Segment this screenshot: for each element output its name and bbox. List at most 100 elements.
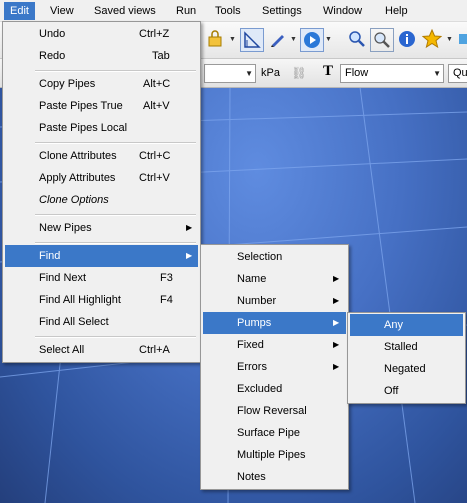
menu-item-label: Select All: [39, 344, 85, 356]
chevron-right-icon: ▶: [333, 318, 340, 327]
menu-item-shortcut: Tab: [152, 50, 170, 62]
menu-window[interactable]: Window: [317, 2, 368, 20]
menu-item-number[interactable]: Number ▶: [203, 290, 346, 312]
chevron-right-icon: ▶: [333, 340, 340, 349]
menu-item-shortcut: F3: [160, 272, 173, 284]
menu-item-flow-reversal[interactable]: Flow Reversal: [203, 400, 346, 422]
menu-item-any[interactable]: Any: [350, 314, 463, 336]
menu-item-stalled[interactable]: Stalled: [350, 336, 463, 358]
pumps-submenu: Any Stalled Negated Off: [347, 312, 466, 404]
menu-item-clone-options[interactable]: Clone Options: [5, 189, 198, 211]
chevron-right-icon: ▶: [333, 362, 340, 371]
menu-item-excluded[interactable]: Excluded: [203, 378, 346, 400]
menu-item-find-all-highlight[interactable]: Find All Highlight F4: [5, 289, 198, 311]
menu-item-label: Name: [237, 273, 267, 285]
menu-item-copy-pipes[interactable]: Copy Pipes Alt+C: [5, 73, 198, 95]
menu-item-select-all[interactable]: Select All Ctrl+A: [5, 339, 198, 361]
play-run-icon[interactable]: [300, 28, 324, 52]
quality-combo[interactable]: Qua: [448, 64, 467, 83]
menu-item-redo[interactable]: Redo Tab: [5, 45, 198, 67]
menu-item-shortcut: Alt+V: [143, 100, 170, 112]
favorites-dropdown-icon[interactable]: ▼: [446, 36, 453, 43]
menu-item-clone-attributes[interactable]: Clone Attributes Ctrl+C: [5, 145, 198, 167]
menu-item-new-pipes[interactable]: New Pipes ▶: [5, 217, 198, 239]
menu-item-shortcut: Ctrl+Z: [139, 28, 170, 40]
menu-separator: [35, 336, 196, 338]
menu-item-off[interactable]: Off: [350, 380, 463, 402]
menu-edit[interactable]: Edit: [4, 2, 35, 20]
menu-item-label: Clone Options: [39, 194, 109, 206]
menu-run[interactable]: Run: [170, 2, 202, 20]
pressure-combo[interactable]: ▼: [204, 64, 256, 83]
menu-item-pumps[interactable]: Pumps ▶: [203, 312, 346, 334]
chevron-down-icon: ▼: [245, 69, 253, 78]
menu-item-errors[interactable]: Errors ▶: [203, 356, 346, 378]
pen-draw-icon[interactable]: [267, 28, 289, 50]
menu-separator: [35, 242, 196, 244]
menu-item-shortcut: Ctrl+A: [139, 344, 170, 356]
menu-item-label: New Pipes: [39, 222, 92, 234]
menu-item-paste-pipes-true[interactable]: Paste Pipes True Alt+V: [5, 95, 198, 117]
menu-item-multiple-pipes[interactable]: Multiple Pipes: [203, 444, 346, 466]
favorite-star-icon[interactable]: [421, 28, 443, 50]
chevron-right-icon: ▶: [333, 274, 340, 283]
menu-item-shortcut: F4: [160, 294, 173, 306]
pen-dropdown-icon[interactable]: ▼: [290, 36, 297, 43]
menu-item-label: Flow Reversal: [237, 405, 307, 417]
menu-item-label: Surface Pipe: [237, 427, 300, 439]
find-wrench-icon[interactable]: [370, 28, 394, 52]
chevron-right-icon: ▶: [186, 251, 193, 260]
menu-item-surface-pipe[interactable]: Surface Pipe: [203, 422, 346, 444]
menu-separator: [35, 142, 196, 144]
menu-item-paste-pipes-local[interactable]: Paste Pipes Local: [5, 117, 198, 139]
menu-saved-views[interactable]: Saved views: [88, 2, 162, 20]
menu-item-find[interactable]: Find ▶: [5, 245, 198, 267]
menu-help[interactable]: Help: [379, 2, 414, 20]
menu-item-label: Stalled: [384, 341, 418, 353]
menu-item-label: Paste Pipes Local: [39, 122, 128, 134]
menu-separator: [35, 70, 196, 72]
chevron-down-icon: ▼: [433, 69, 441, 78]
menu-view[interactable]: View: [44, 2, 80, 20]
overflow-tool-icon[interactable]: [454, 28, 467, 50]
flow-combo[interactable]: Flow ▼: [340, 64, 444, 83]
lock-dropdown-icon[interactable]: ▼: [229, 36, 236, 43]
menu-item-shortcut: Alt+C: [143, 78, 171, 90]
menu-item-label: Multiple Pipes: [237, 449, 306, 461]
quality-combo-value: Qua: [453, 67, 467, 79]
menu-bar: Edit View Saved views Run Tools Settings…: [0, 0, 467, 22]
menu-separator: [35, 214, 196, 216]
menu-item-label: Find All Select: [39, 316, 109, 328]
unit-label: kPa: [261, 67, 280, 79]
chevron-right-icon: ▶: [333, 296, 340, 305]
run-dropdown-icon[interactable]: ▼: [325, 36, 332, 43]
menu-item-label: Negated: [384, 363, 426, 375]
menu-item-apply-attributes[interactable]: Apply Attributes Ctrl+V: [5, 167, 198, 189]
menu-item-label: Selection: [237, 251, 283, 263]
menu-item-find-all-select[interactable]: Find All Select: [5, 311, 198, 333]
menu-item-fixed[interactable]: Fixed ▶: [203, 334, 346, 356]
menu-settings[interactable]: Settings: [256, 2, 308, 20]
menu-item-label: Fixed: [237, 339, 264, 351]
menu-item-shortcut: Ctrl+V: [139, 172, 170, 184]
menu-item-negated[interactable]: Negated: [350, 358, 463, 380]
menu-tools[interactable]: Tools: [209, 2, 247, 20]
measure-angle-icon[interactable]: [240, 28, 264, 52]
menu-item-name[interactable]: Name ▶: [203, 268, 346, 290]
menu-item-selection[interactable]: Selection: [203, 246, 346, 268]
lock-pipes-icon[interactable]: [205, 28, 227, 50]
text-tool-icon[interactable]: T: [323, 62, 333, 81]
menu-item-label: Excluded: [237, 383, 283, 395]
link-chain-icon[interactable]: ⛓: [288, 62, 310, 84]
menu-item-label: Find: [39, 250, 61, 262]
menu-item-label: Errors: [237, 361, 267, 373]
edit-menu: Undo Ctrl+Z Redo Tab Copy Pipes Alt+C Pa…: [2, 21, 201, 363]
menu-item-label: Number: [237, 295, 277, 307]
menu-item-undo[interactable]: Undo Ctrl+Z: [5, 23, 198, 45]
menu-item-notes[interactable]: Notes: [203, 466, 346, 488]
zoom-search-icon[interactable]: [346, 28, 368, 50]
menu-item-label: Notes: [237, 471, 266, 483]
menu-item-find-next[interactable]: Find Next F3: [5, 267, 198, 289]
menu-item-shortcut: Ctrl+C: [139, 150, 171, 162]
info-icon[interactable]: [396, 28, 418, 50]
